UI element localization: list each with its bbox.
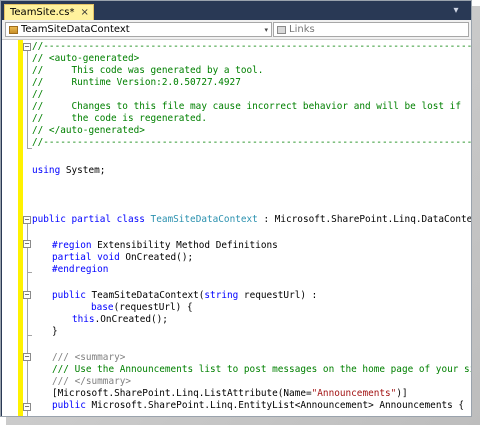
code-line: //--------------------------------------…: [32, 41, 471, 52]
editor-window: TeamSite.cs* × ▾ TeamSiteDataContext ▾ L…: [0, 0, 472, 417]
navigation-bar: TeamSiteDataContext ▾ Links: [2, 20, 471, 40]
keyword: #endregion: [52, 264, 109, 275]
code-editor[interactable]: − − − − − − //--------------------------…: [2, 40, 471, 416]
type-name: TeamSiteDataContext: [150, 214, 258, 225]
code-text: : Microsoft.SharePoint.Linq.DataContext …: [263, 214, 471, 225]
outline-line: [27, 224, 28, 416]
code-line: base(requestUrl) {: [91, 302, 193, 314]
keyword: using: [32, 165, 61, 176]
doc-comment-prefix: ///: [52, 352, 75, 363]
keyword: string: [204, 290, 239, 301]
document-tab-strip: TeamSite.cs* × ▾: [2, 2, 471, 20]
type-dropdown-value: TeamSiteDataContext: [21, 24, 130, 35]
code-line: partial void OnCreated();: [52, 252, 193, 264]
collapse-toggle-header[interactable]: −: [23, 43, 31, 51]
property-icon: [277, 25, 286, 34]
tab-overflow-icon[interactable]: ▾: [451, 6, 461, 16]
code-line: #endregion: [52, 264, 108, 276]
keyword: #region: [52, 240, 92, 251]
keyword: base: [91, 302, 114, 313]
code-text: OnCreated();: [119, 252, 194, 263]
keyword: public: [52, 400, 86, 411]
code-line: this.OnCreated();: [72, 314, 168, 326]
code-text: .OnCreated();: [94, 314, 168, 325]
outline-line: [27, 51, 28, 148]
code-line: public Microsoft.SharePoint.Linq.EntityL…: [52, 400, 464, 412]
keyword: this: [72, 314, 95, 325]
code-line: public TeamSiteDataContext(string reques…: [52, 290, 317, 302]
document-tab-teamsite[interactable]: TeamSite.cs* ×: [4, 4, 94, 20]
code-line: // the code is regenerated.: [32, 113, 207, 124]
keyword: public partial class: [32, 214, 145, 225]
code-line: [Microsoft.SharePoint.Linq.ListAttribute…: [52, 388, 408, 400]
code-text: Extensibility Method Definitions: [91, 240, 278, 251]
dropdown-arrow-icon: ▾: [264, 25, 268, 34]
collapse-toggle-region[interactable]: −: [23, 240, 31, 248]
code-line: // <auto-generated>: [32, 53, 140, 64]
code-line: using System;: [32, 165, 105, 177]
code-line: /// </summary>: [52, 376, 131, 388]
code-line: public partial class TeamSiteDataContext…: [32, 214, 471, 226]
type-dropdown[interactable]: TeamSiteDataContext ▾: [5, 22, 272, 37]
code-line: // Changes to this file may cause incorr…: [32, 101, 461, 112]
keyword: partial void: [52, 252, 120, 263]
member-dropdown[interactable]: Links: [273, 22, 469, 37]
code-text: requestUrl) :: [238, 290, 318, 301]
code-line: //: [32, 89, 44, 100]
collapse-toggle-class[interactable]: −: [23, 216, 31, 224]
code-line: /// <summary>: [52, 352, 125, 364]
code-line: /// Use the Announcements list to post m…: [52, 364, 471, 375]
code-line: //--------------------------------------…: [32, 137, 471, 148]
code-line: #region Extensibility Method Definitions: [52, 240, 278, 252]
code-text: TeamSiteDataContext(: [85, 290, 205, 301]
member-dropdown-value: Links: [289, 24, 315, 35]
code-line: // </auto-generated>: [32, 125, 145, 136]
collapse-toggle-summary[interactable]: −: [23, 353, 31, 361]
keyword: public: [52, 290, 86, 301]
collapse-toggle-property[interactable]: −: [23, 403, 31, 411]
outline-end: [27, 335, 32, 336]
code-line: // This code was generated by a tool.: [32, 65, 264, 76]
collapse-toggle-constructor[interactable]: −: [23, 291, 31, 299]
code-line: }: [52, 326, 58, 337]
doc-comment-tag: </summary>: [74, 376, 132, 387]
doc-comment-tag: <summary>: [74, 352, 126, 363]
code-text: System;: [60, 165, 106, 176]
code-line: // Runtime Version:2.0.50727.4927: [32, 77, 241, 88]
tab-title: TeamSite.cs*: [10, 7, 75, 18]
code-text: (requestUrl) {: [113, 302, 193, 313]
string-literal: "Announcements": [311, 388, 397, 399]
close-icon[interactable]: ×: [81, 7, 89, 18]
code-text: [Microsoft.SharePoint.Linq.ListAttribute…: [52, 388, 312, 399]
outline-end: [27, 272, 32, 273]
class-icon: [9, 25, 18, 34]
doc-comment-prefix: ///: [52, 376, 75, 387]
code-text: Microsoft.SharePoint.Linq.EntityList<Ann…: [85, 400, 465, 411]
code-text: )]: [396, 388, 408, 399]
